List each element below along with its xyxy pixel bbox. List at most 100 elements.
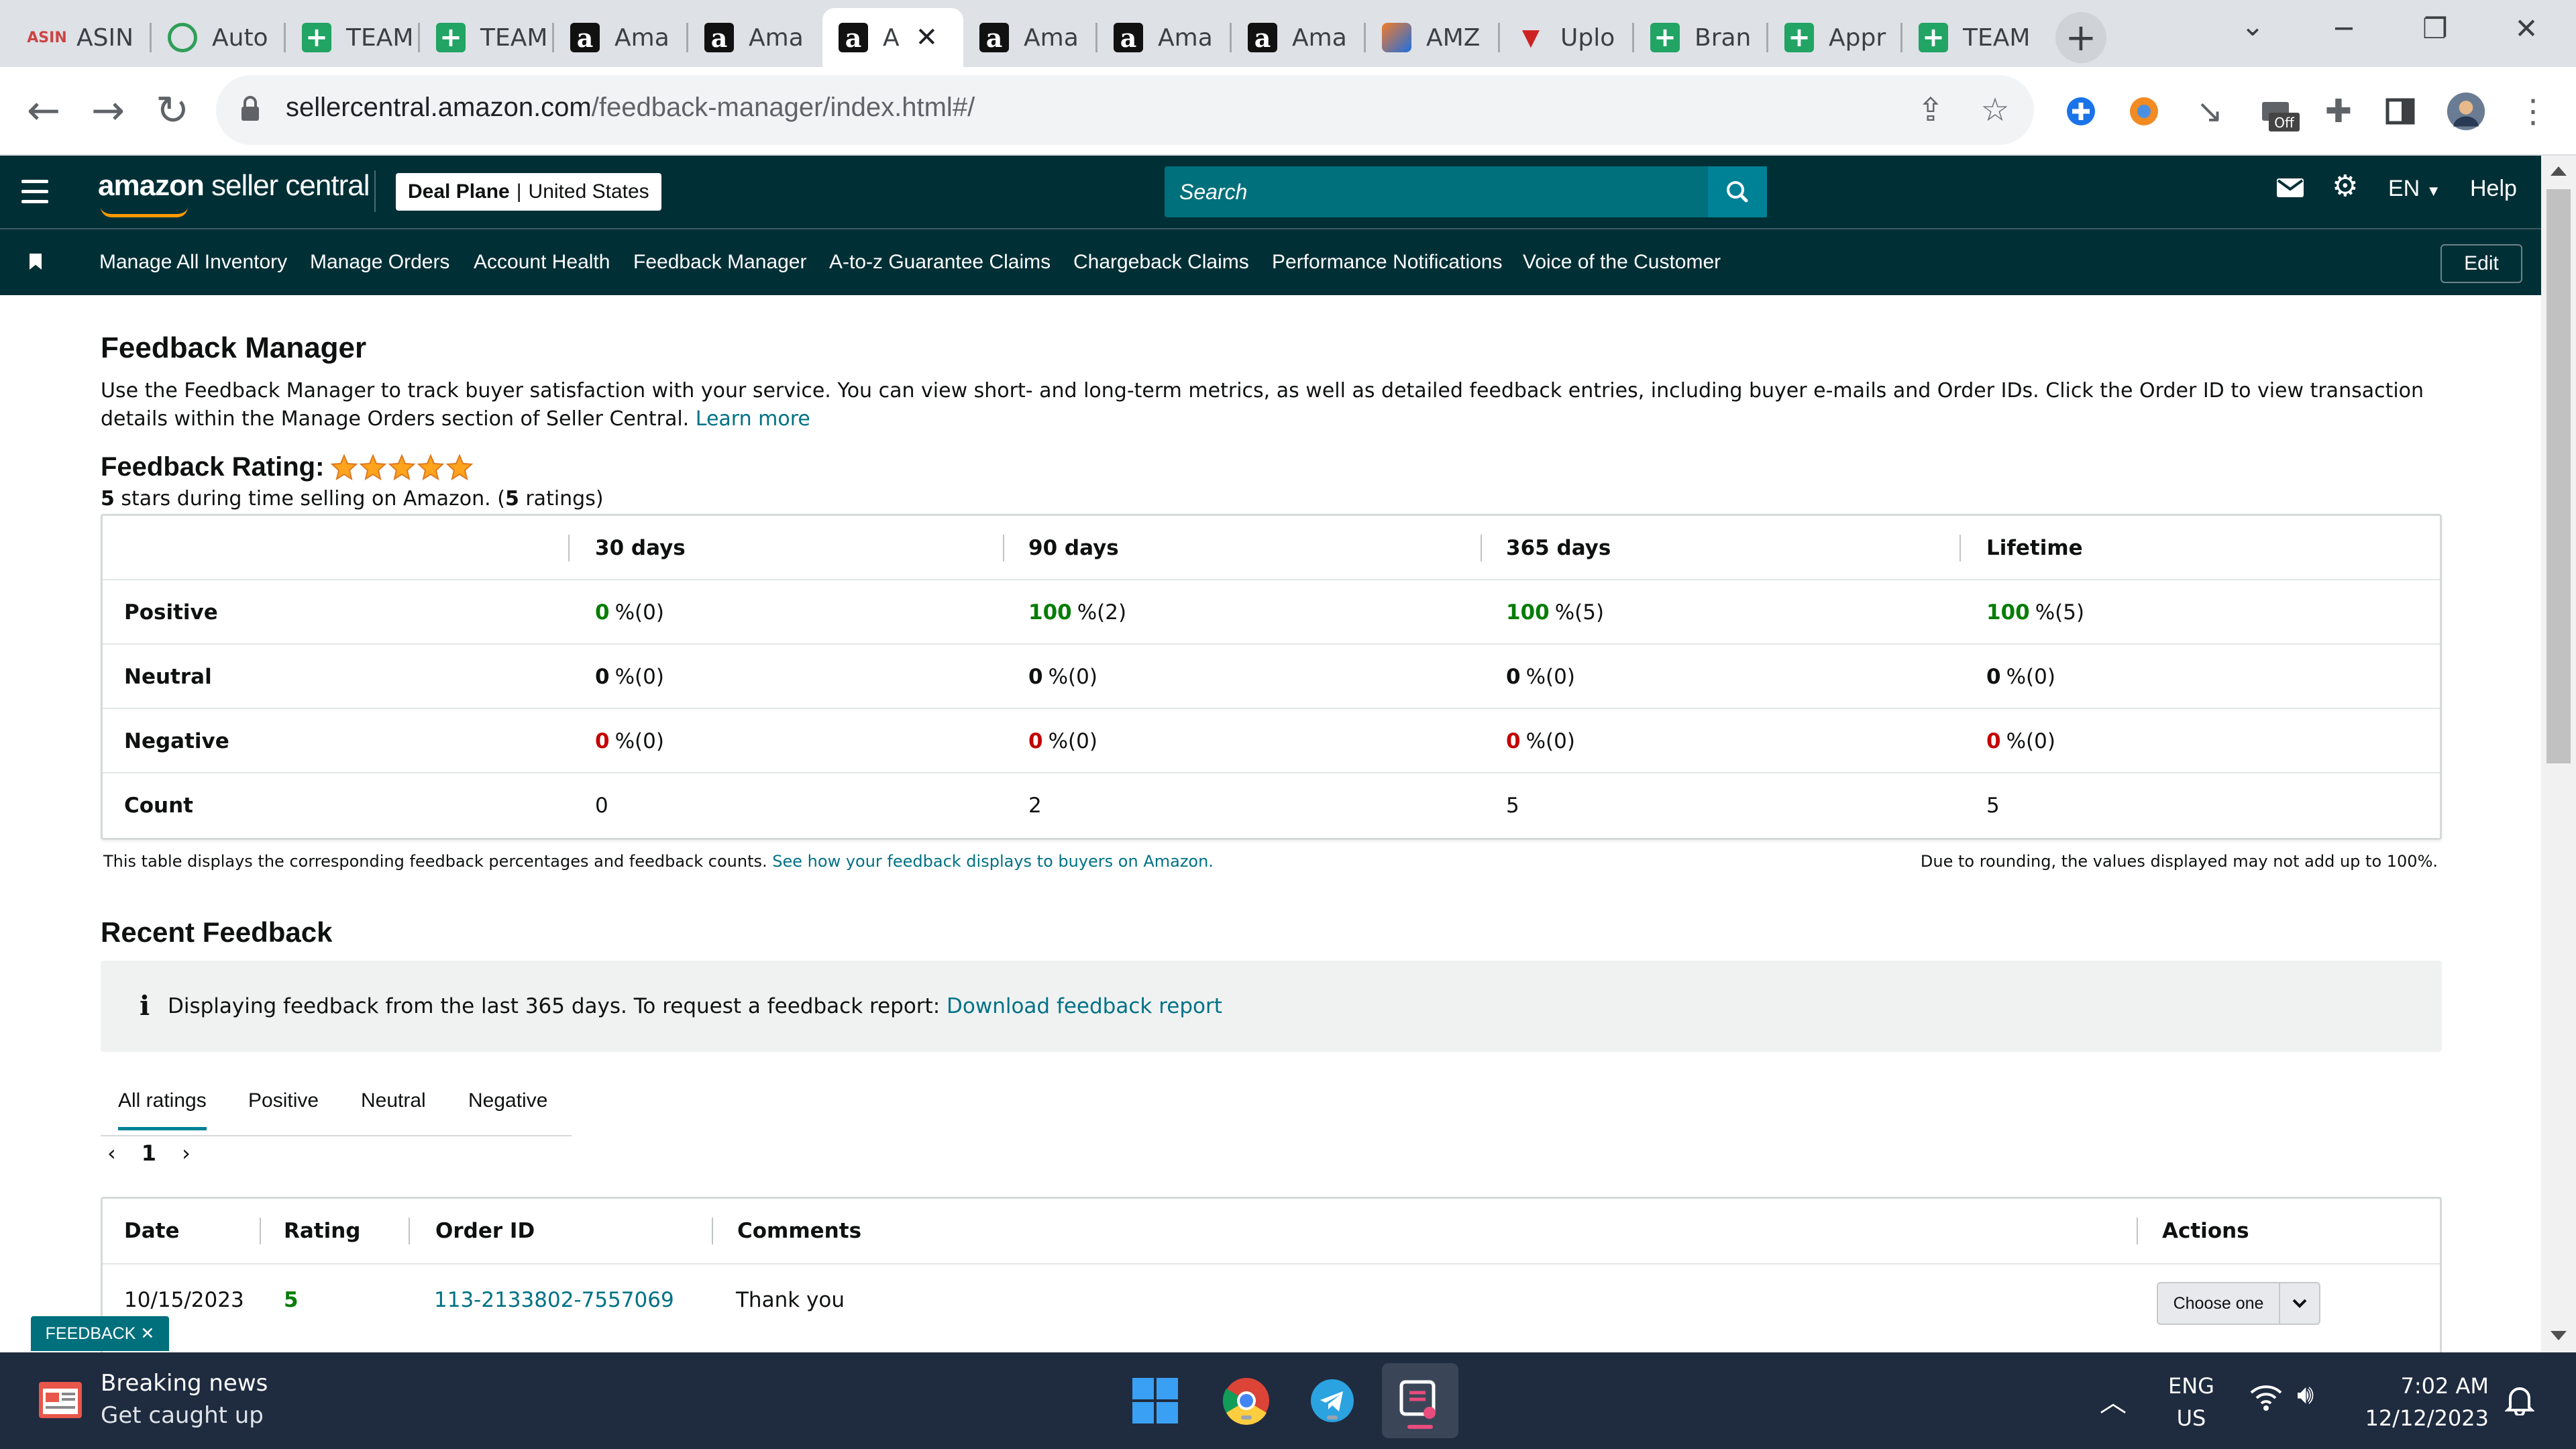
tab-all-ratings[interactable]: All ratings — [118, 1089, 207, 1130]
settings-gear-icon[interactable]: ⚙ — [2332, 169, 2358, 203]
download-report-link[interactable]: Download feedback report — [947, 994, 1222, 1018]
side-panel-icon[interactable] — [2380, 91, 2420, 131]
count-value: %(5) — [1554, 600, 1605, 625]
address-bar[interactable]: sellercentral.amazon.com/feedback-manage… — [216, 75, 2034, 145]
news-icon[interactable] — [38, 1378, 83, 1421]
amazon-favicon-icon: a — [839, 23, 868, 53]
input-language[interactable]: ENG US — [2168, 1370, 2214, 1434]
column-header-lifetime: Lifetime — [1986, 536, 2083, 560]
telegram-icon[interactable] — [1304, 1373, 1360, 1429]
close-icon[interactable]: ✕ — [140, 1324, 154, 1344]
count-value: %(0) — [2006, 665, 2055, 689]
search-input[interactable]: Search — [1165, 166, 1767, 217]
mail-icon[interactable] — [2275, 173, 2305, 207]
nav-manage-inventory[interactable]: Manage All Inventory — [99, 251, 287, 274]
order-id-link[interactable]: 113-2133802-7557069 — [434, 1263, 674, 1337]
bookmark-star-icon[interactable]: ☆ — [1975, 90, 2015, 130]
seller-central-logo[interactable]: amazon seller central — [98, 169, 370, 217]
extension-plus-icon[interactable] — [2061, 91, 2101, 131]
tab-negative[interactable]: Negative — [468, 1089, 547, 1112]
actions-dropdown[interactable]: Choose one — [2157, 1282, 2320, 1325]
extensions-puzzle-icon[interactable]: ✚ — [2318, 91, 2359, 131]
amazon-favicon-icon: a — [1248, 23, 1277, 53]
browser-tab[interactable]: Auto — [152, 8, 286, 67]
scroll-up-icon[interactable] — [2551, 166, 2567, 176]
share-icon[interactable]: ⇪ — [1911, 90, 1951, 130]
count-value: %(0) — [1048, 729, 1097, 753]
profile-avatar[interactable] — [2446, 91, 2486, 131]
extension-off-icon[interactable]: Off — [2259, 94, 2300, 134]
chevron-down-icon — [2280, 1283, 2319, 1324]
previous-page-icon[interactable]: ‹ — [107, 1140, 116, 1166]
account-switcher[interactable]: Deal Plane | United States — [396, 173, 661, 211]
browser-tab[interactable]: ▼ Uplo — [1500, 8, 1634, 67]
next-page-icon[interactable]: › — [182, 1140, 191, 1166]
reload-icon[interactable]: ↻ — [149, 87, 196, 134]
browser-tab[interactable]: + TEAM — [286, 8, 420, 67]
browser-tab[interactable]: + TEAM — [420, 8, 554, 67]
browser-tab[interactable]: a Ama — [963, 8, 1097, 67]
language-selector[interactable]: EN ▼ — [2388, 176, 2440, 202]
extension-cursor-icon[interactable]: ↘ — [2190, 91, 2230, 131]
chrome-icon[interactable] — [1218, 1373, 1275, 1429]
browser-menu-icon[interactable]: ⋮ — [2513, 91, 2553, 131]
volume-icon[interactable]: 🔊︎ — [2297, 1379, 2314, 1410]
bookmark-icon[interactable] — [30, 254, 42, 270]
buyer-display-link[interactable]: See how your feedback displays to buyers… — [772, 852, 1214, 871]
column-header-date[interactable]: Date — [124, 1199, 180, 1263]
nav-performance-notifications[interactable]: Performance Notifications — [1272, 251, 1502, 274]
browser-tab-active[interactable]: a A ✕ — [822, 8, 963, 67]
column-header-rating[interactable]: Rating — [284, 1199, 361, 1263]
windows-start-icon[interactable] — [1127, 1373, 1183, 1429]
browser-tab[interactable]: a Ama — [1232, 8, 1366, 67]
close-window-icon[interactable]: ✕ — [2500, 12, 2553, 45]
learn-more-link[interactable]: Learn more — [696, 407, 810, 431]
page-title: Feedback Manager — [101, 331, 367, 364]
nav-manage-orders[interactable]: Manage Orders — [310, 251, 449, 274]
notification-bell-icon[interactable] — [2504, 1383, 2535, 1418]
current-page[interactable]: 1 — [142, 1140, 156, 1166]
new-tab-button[interactable]: + — [2055, 12, 2106, 63]
nav-feedback-manager[interactable]: Feedback Manager — [633, 251, 807, 274]
news-widget-title[interactable]: Breaking news — [101, 1370, 268, 1397]
news-widget-subtitle[interactable]: Get caught up — [101, 1402, 264, 1429]
info-icon: i — [140, 990, 150, 1022]
browser-tab[interactable]: + Bran — [1634, 8, 1768, 67]
search-button[interactable] — [1708, 166, 1767, 217]
browser-tab[interactable]: ASIN ASIN — [16, 8, 152, 67]
feedback-widget-button[interactable]: FEEDBACK ✕ — [31, 1316, 169, 1351]
browser-tab[interactable]: a Ama — [688, 8, 822, 67]
browser-tab[interactable]: + TEAM — [1902, 8, 2037, 67]
count-value: %(0) — [1525, 729, 1575, 753]
wifi-icon[interactable] — [2249, 1382, 2284, 1414]
back-arrow-icon[interactable]: ← — [20, 87, 67, 134]
minimize-icon[interactable]: ─ — [2317, 12, 2371, 45]
tab-search-icon[interactable]: ⌄ — [2226, 9, 2279, 42]
tab-neutral[interactable]: Neutral — [361, 1089, 426, 1112]
close-tab-icon[interactable]: ✕ — [916, 22, 938, 53]
snipping-tool-icon[interactable] — [1382, 1363, 1458, 1438]
seller-central-header: amazon seller central Deal Plane | United … — [0, 156, 2541, 228]
show-hidden-icons[interactable]: ︿ — [2100, 1381, 2127, 1419]
system-clock[interactable]: 7:02 AM 12/12/2023 — [2361, 1370, 2489, 1434]
browser-tab[interactable]: a Ama — [1097, 8, 1232, 67]
browser-tab[interactable]: + Appr — [1768, 8, 1902, 67]
nav-account-health[interactable]: Account Health — [474, 251, 610, 274]
scrollbar-thumb[interactable] — [2546, 189, 2571, 763]
extension-orange-icon[interactable] — [2124, 91, 2164, 131]
browser-tab[interactable]: AMZ — [1366, 8, 1500, 67]
nav-a-to-z-claims[interactable]: A-to-z Guarantee Claims — [829, 251, 1051, 274]
nav-voice-of-customer[interactable]: Voice of the Customer — [1523, 251, 1721, 274]
restore-icon[interactable]: ❐ — [2408, 12, 2462, 45]
amz-favicon-icon — [1382, 23, 1411, 52]
browser-tab[interactable]: a Ama — [554, 8, 688, 67]
scroll-down-icon[interactable] — [2551, 1331, 2567, 1340]
page-scrollbar[interactable] — [2541, 156, 2576, 1352]
column-header-order-id[interactable]: Order ID — [435, 1199, 535, 1263]
hamburger-menu-icon[interactable] — [21, 180, 48, 204]
forward-arrow-icon[interactable]: → — [85, 87, 131, 134]
help-link[interactable]: Help — [2470, 176, 2517, 202]
tab-positive[interactable]: Positive — [248, 1089, 319, 1112]
edit-nav-button[interactable]: Edit — [2440, 244, 2522, 283]
nav-chargeback-claims[interactable]: Chargeback Claims — [1073, 251, 1249, 274]
